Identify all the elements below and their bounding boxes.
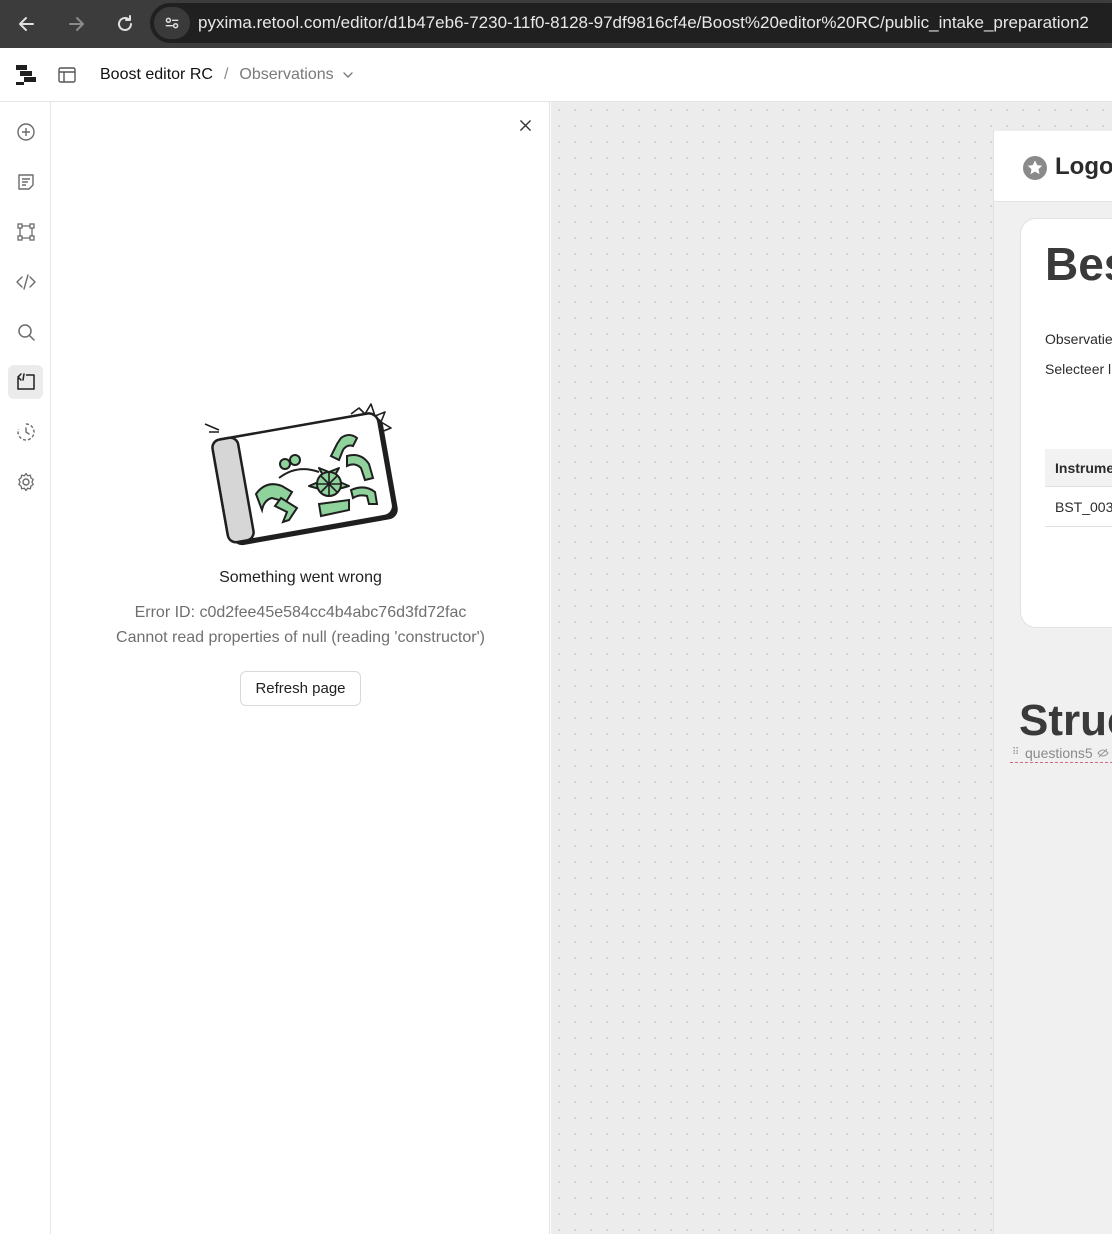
card-heading: Bes [1045, 238, 1112, 290]
settings-icon [17, 472, 34, 492]
site-info-button[interactable] [154, 7, 190, 39]
chevron-down-icon[interactable] [342, 69, 354, 81]
left-sidebar [0, 102, 51, 1234]
debug-icon [16, 373, 35, 390]
close-button[interactable] [515, 115, 535, 135]
arrow-left-icon [19, 17, 34, 31]
error-title: Something went wrong [219, 569, 382, 586]
forward-button[interactable] [54, 2, 98, 46]
tune-icon [165, 17, 179, 29]
app-header: Boost editor RC / Observations [0, 48, 1112, 102]
app-topbar: Logo [994, 131, 1112, 202]
search-icon [17, 324, 35, 341]
table-column-header[interactable]: Instrume [1055, 460, 1112, 476]
hidden-eye-icon [1097, 748, 1109, 757]
browser-toolbar: pyxima.retool.com/editor/d1b47eb6-7230-1… [0, 0, 1112, 48]
error-id: Error ID: c0d2fee45e584cc4b4abc76d3fd72f… [134, 604, 467, 621]
rail-components-button[interactable] [8, 215, 43, 249]
retool-logo-icon[interactable] [14, 63, 38, 87]
components-icon [16, 223, 35, 241]
arrow-right-icon [69, 17, 84, 31]
section-heading: Struc [1019, 696, 1112, 745]
code-icon [15, 274, 36, 290]
rail-add-button[interactable] [8, 115, 43, 149]
back-button[interactable] [5, 2, 49, 46]
close-icon [519, 119, 531, 131]
error-message: Cannot read properties of null (reading … [116, 629, 485, 646]
rail-pages-button[interactable] [8, 165, 43, 199]
refresh-page-button[interactable]: Refresh page [240, 671, 361, 706]
star-icon [1023, 156, 1047, 180]
table-cell: BST_003 [1055, 499, 1112, 515]
rail-debug-button[interactable] [8, 365, 43, 399]
url-text[interactable]: pyxima.retool.com/editor/d1b47eb6-7230-1… [198, 13, 1089, 33]
breadcrumb-separator: / [223, 66, 229, 83]
app-name[interactable]: Boost editor RC [100, 66, 213, 84]
broken-card-illustration-icon [204, 403, 398, 546]
rail-code-button[interactable] [8, 265, 43, 299]
history-icon [16, 423, 35, 441]
component-name: questions5 [1025, 744, 1093, 761]
breadcrumb: Boost editor RC / Observations [100, 66, 354, 84]
app-preview: Logo Bes Observatie Selecteer l Instrume… [993, 131, 1112, 1234]
add-circle-icon [16, 123, 35, 141]
address-bar[interactable]: pyxima.retool.com/editor/d1b47eb6-7230-1… [150, 3, 1112, 43]
rail-search-button[interactable] [8, 315, 43, 349]
layout-icon[interactable] [58, 67, 76, 83]
page-icon [17, 174, 34, 190]
page-selector[interactable]: Observations [239, 66, 333, 84]
drag-handle-icon[interactable]: ⠿ [1012, 747, 1022, 758]
table-row[interactable]: BST_003 [1045, 487, 1112, 527]
rail-settings-button[interactable] [8, 465, 43, 499]
error-panel: Something went wrong Error ID: c0d2fee45… [51, 102, 550, 1234]
table-header: Instrume [1045, 449, 1112, 487]
app-logo-text: Logo [1055, 153, 1112, 180]
card-label-observatie: Observatie [1045, 331, 1112, 347]
card-label-selecteer: Selecteer l [1045, 361, 1112, 377]
rail-history-button[interactable] [8, 415, 43, 449]
reload-button[interactable] [103, 2, 147, 46]
component-tag[interactable]: ⠿ questions5 [1010, 743, 1112, 763]
content-card[interactable]: Bes Observatie Selecteer l Instrume BST_… [1020, 218, 1112, 628]
reload-icon [118, 15, 132, 31]
